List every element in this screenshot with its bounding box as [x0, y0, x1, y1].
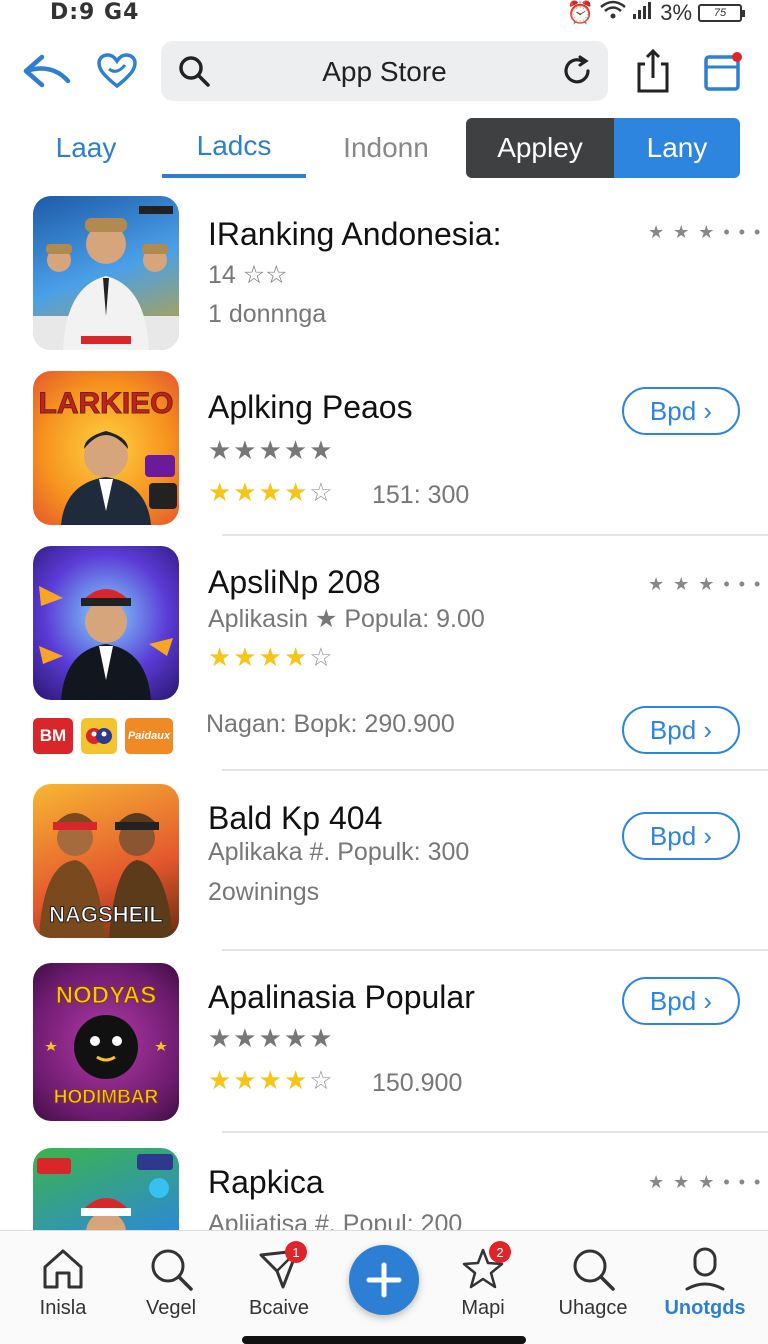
- top-bar: App Store: [0, 40, 768, 102]
- badge-paidaux: Paidaux: [125, 718, 173, 754]
- more-options[interactable]: ★ ★ ★ • • •: [648, 222, 762, 243]
- app-rating-stars: ★★★★☆: [208, 1065, 335, 1095]
- segment-appley[interactable]: Appley: [466, 118, 614, 178]
- app-category-line: Aplikaka #. Populk: 300: [208, 838, 470, 866]
- profile-icon: [681, 1245, 729, 1293]
- tab-laay[interactable]: Laay: [30, 118, 142, 178]
- app-thumbnail: NODYAS HODIMBAR: [33, 963, 179, 1121]
- status-icons: ⏰ 3% 75: [566, 0, 745, 26]
- app-stars-gray: ★★★★★: [208, 435, 335, 465]
- battery-percent: 3%: [660, 0, 692, 25]
- status-bar: D:9 G4 ⏰ 3% 75: [0, 0, 768, 28]
- search-text: App Store: [322, 56, 447, 87]
- tab-indonn[interactable]: Indonn: [322, 118, 450, 178]
- battery-label: 75: [713, 7, 727, 19]
- alarm-icon: ⏰: [566, 0, 595, 25]
- heart-icon[interactable]: [94, 48, 140, 94]
- nav-label: Unotgds: [664, 1297, 746, 1319]
- more-options[interactable]: ★ ★ ★ • • •: [648, 1172, 762, 1193]
- app-title: Apalinasia Popular: [208, 979, 475, 1015]
- thumb-text: LARKIEO: [39, 387, 174, 420]
- badge-bm: BM: [33, 718, 73, 754]
- get-button[interactable]: Bpd ›: [622, 706, 740, 754]
- divider: [222, 949, 768, 951]
- home-indicator: [242, 1336, 526, 1344]
- get-button[interactable]: Bpd ›: [622, 812, 740, 860]
- nav-item-mapi[interactable]: 2 Mapi: [433, 1241, 533, 1320]
- app-rating-line: 14 ☆☆: [208, 261, 288, 289]
- list-item[interactable]: IRanking Andonesia: 14 ☆☆ 1 donnnga ★ ★ …: [0, 190, 768, 360]
- app-title: Aplking Peaos: [208, 389, 413, 425]
- divider: [222, 769, 768, 771]
- app-rating-count: 150.900: [372, 1069, 463, 1097]
- get-button[interactable]: Bpd ›: [622, 387, 740, 435]
- badge-emoji: [81, 718, 117, 754]
- list-item[interactable]: NODYAS HODIMBAR Apalinasia Popular ★★★★★…: [0, 955, 768, 1135]
- app-rating-stars: ★★★★☆: [208, 477, 335, 507]
- app-title: Bald Kp 404: [208, 800, 383, 836]
- add-button[interactable]: [349, 1245, 419, 1315]
- signal-icon: [632, 0, 654, 26]
- more-options[interactable]: ★ ★ ★ • • •: [648, 574, 762, 595]
- app-category-line: Aplikasin ★ Popula: 9.00: [208, 605, 485, 633]
- bottom-nav: Inisla Vegel 1 Bcaive 2 Mapi Uhagce Unot…: [0, 1230, 768, 1344]
- notification-badge: 2: [489, 1241, 511, 1263]
- list-item[interactable]: Rapkica Apliiatisa #. Popul: 200 ★ ★ ★ •…: [0, 1140, 768, 1230]
- nav-label: Vegel: [145, 1297, 197, 1319]
- star-icon: 2: [459, 1241, 511, 1293]
- reload-icon[interactable]: [560, 54, 594, 88]
- compose-icon[interactable]: [700, 46, 746, 96]
- sponsor-badges: BM Paidaux: [33, 718, 173, 754]
- app-downloads: 2owinings: [208, 878, 320, 906]
- list-item[interactable]: LARKIEO Aplking Peaos ★★★★★ ★★★★☆ 151: 3…: [0, 365, 768, 536]
- home-icon: [39, 1245, 87, 1293]
- nav-label: Uhagce: [558, 1297, 628, 1319]
- app-title: ApsliNp 208: [208, 564, 381, 600]
- nav-label: Bcaive: [248, 1297, 310, 1319]
- nav-label: Mapi: [461, 1297, 505, 1319]
- app-thumbnail: NAGSHEIL: [33, 784, 179, 938]
- thumb-text-top: NODYAS: [56, 982, 156, 1009]
- battery-icon: 75: [698, 4, 745, 22]
- thumb-text-bottom: HODIMBAR: [54, 1087, 159, 1108]
- nav-item-search[interactable]: Vegel: [121, 1245, 221, 1320]
- get-button[interactable]: Bpd ›: [622, 977, 740, 1025]
- app-rating-stars: ★★★★☆: [208, 642, 335, 672]
- nav-item-profile[interactable]: Unotgds: [655, 1245, 755, 1320]
- thumb-text: NAGSHEIL: [49, 902, 163, 927]
- app-title: Rapkica: [208, 1164, 324, 1200]
- share-icon[interactable]: [630, 46, 676, 96]
- app-thumbnail: [33, 196, 179, 350]
- divider: [222, 534, 768, 536]
- app-thumbnail: [33, 546, 179, 700]
- app-title: IRanking Andonesia:: [208, 216, 502, 252]
- nav-item-home[interactable]: Inisla: [13, 1245, 113, 1320]
- category-tabs: Laay Ladcs Indonn Appley Lany: [0, 118, 768, 180]
- divider: [222, 1131, 768, 1133]
- search-bar[interactable]: App Store: [161, 41, 608, 101]
- segment-lany[interactable]: Lany: [614, 118, 740, 178]
- tab-ladcs[interactable]: Ladcs: [162, 118, 306, 178]
- app-thumbnail: [33, 1148, 179, 1230]
- status-time: D:9 G4: [50, 0, 140, 25]
- segmented-control: Appley Lany: [466, 118, 740, 178]
- wifi-icon: [600, 0, 627, 26]
- app-category-line: Apliiatisa #. Popul: 200: [208, 1210, 463, 1230]
- plus-icon: [366, 1262, 402, 1298]
- app-stars-gray: ★★★★★: [208, 1023, 335, 1053]
- back-icon[interactable]: [18, 48, 74, 94]
- search-icon: [147, 1245, 195, 1293]
- app-thumbnail: LARKIEO: [33, 371, 179, 525]
- nav-item-uhagce[interactable]: Uhagce: [543, 1245, 643, 1320]
- nav-label: Inisla: [39, 1297, 87, 1319]
- app-downloads: 1 donnnga: [208, 300, 327, 328]
- nav-item-bcaive[interactable]: 1 Bcaive: [229, 1241, 329, 1320]
- list-item[interactable]: NAGSHEIL Bald Kp 404 Aplikaka #. Populk:…: [0, 780, 768, 951]
- app-downloads: Nagan: Bopk: 290.900: [206, 710, 455, 738]
- search-icon: [569, 1245, 617, 1293]
- app-rating-count: 151: 300: [372, 481, 470, 509]
- notification-badge: 1: [285, 1241, 307, 1263]
- app-list: IRanking Andonesia: 14 ☆☆ 1 donnnga ★ ★ …: [0, 190, 768, 1230]
- arrow-icon: 1: [255, 1241, 307, 1293]
